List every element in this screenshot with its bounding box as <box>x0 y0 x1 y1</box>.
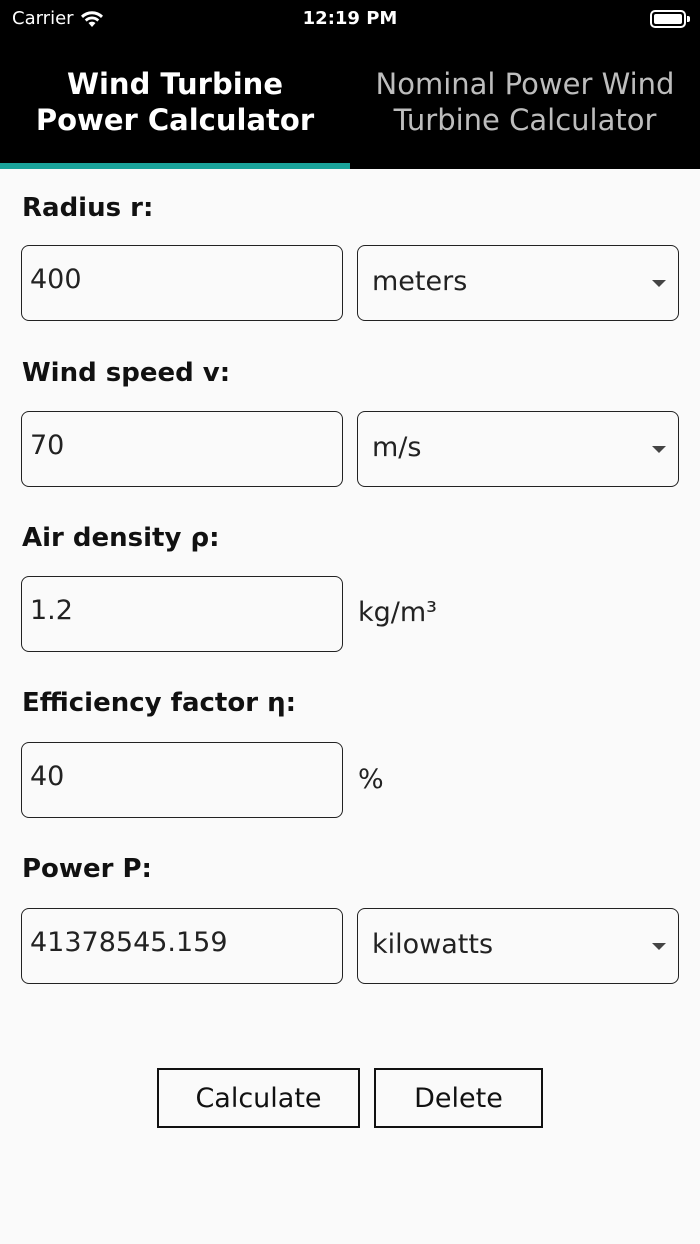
tab-label: Nominal Power Wind Turbine Calculator <box>375 66 675 137</box>
air-density-input[interactable]: 1.2 <box>21 576 343 652</box>
active-tab-indicator <box>0 163 350 169</box>
air-density-label: Air density ρ: <box>22 523 220 553</box>
efficiency-label: Efficiency factor η: <box>22 688 296 718</box>
status-bar: Carrier 12:19 PM <box>0 0 700 40</box>
dropdown-caret-icon <box>652 280 666 287</box>
wind-speed-label: Wind speed v: <box>22 358 231 388</box>
radius-unit-select[interactable]: meters <box>357 245 679 321</box>
wind-speed-input[interactable]: 70 <box>21 411 343 487</box>
wind-speed-unit-select[interactable]: m/s <box>357 411 679 487</box>
efficiency-unit: % <box>358 764 384 795</box>
tab-bar: Wind Turbine Power Calculator Nominal Po… <box>0 40 700 169</box>
efficiency-input[interactable]: 40 <box>21 742 343 818</box>
delete-button[interactable]: Delete <box>374 1068 543 1128</box>
power-label: Power P: <box>22 854 152 884</box>
tab-wind-turbine-power[interactable]: Wind Turbine Power Calculator <box>0 40 350 169</box>
status-time: 12:19 PM <box>302 8 398 29</box>
dropdown-caret-icon <box>652 943 666 950</box>
radius-input[interactable]: 400 <box>21 245 343 321</box>
radius-unit-value: meters <box>372 266 468 297</box>
wind-speed-unit-value: m/s <box>372 432 422 463</box>
tab-label: Wind Turbine Power Calculator <box>35 66 315 137</box>
tab-nominal-power[interactable]: Nominal Power Wind Turbine Calculator <box>350 40 700 169</box>
power-unit-value: kilowatts <box>372 929 494 960</box>
calculate-button[interactable]: Calculate <box>157 1068 360 1128</box>
radius-label: Radius r: <box>22 193 154 223</box>
power-output-field[interactable]: 41378545.159 <box>21 908 343 984</box>
app-root: Carrier 12:19 PM Wind Turbine Power Calc… <box>0 0 700 1244</box>
dropdown-caret-icon <box>652 446 666 453</box>
power-unit-select[interactable]: kilowatts <box>357 908 679 984</box>
battery-full-icon <box>650 10 690 28</box>
air-density-unit: kg/m³ <box>358 597 437 628</box>
